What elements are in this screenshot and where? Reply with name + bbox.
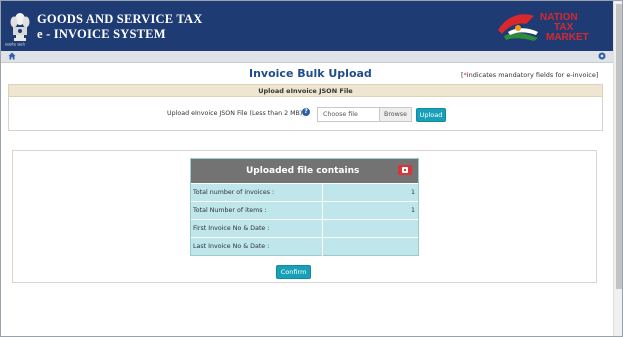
nav-bar	[1, 51, 613, 63]
confirm-button[interactable]: Confirm	[276, 265, 311, 279]
table-row: Total Number of items : 1	[191, 201, 418, 220]
emblem-motto: सत्यमेव जयते	[5, 42, 25, 47]
file-input-placeholder: Choose file	[323, 111, 358, 118]
site-title-line1: GOODS AND SERVICE TAX	[37, 12, 203, 26]
row-value: 1	[410, 207, 415, 214]
site-header: सत्यमेव जयते GOODS AND SERVICE TAX e - I…	[1, 1, 613, 51]
row-label: Total Number of items :	[193, 207, 267, 214]
row-label: First Invoice No & Date :	[193, 225, 270, 232]
file-input[interactable]: Choose file	[317, 107, 380, 122]
nation-tax-market-logo: NATION TAX MARKET	[498, 12, 589, 43]
vertical-scrollbar[interactable]	[613, 1, 622, 336]
upload-field-label: Upload eInvoice JSON File (Less than 2 M…	[167, 110, 305, 117]
site-title-line2: e - INVOICE SYSTEM	[37, 27, 166, 41]
table-row: Total number of invoices : 1	[191, 183, 418, 202]
settings-icon[interactable]	[598, 52, 606, 60]
uploaded-summary-table: Uploaded file contains Total number of i…	[190, 158, 419, 256]
mandatory-note: [*indicates mandatory fields for e-invoi…	[461, 71, 598, 79]
mandatory-text: indicates mandatory fields for e-invoice…	[466, 71, 599, 79]
upload-button[interactable]: Upload	[416, 108, 446, 122]
page-title: Invoice Bulk Upload	[249, 67, 372, 80]
summary-header: Uploaded file contains	[191, 159, 418, 183]
row-label: Total number of invoices :	[193, 189, 275, 196]
national-emblem-icon	[10, 13, 30, 41]
upload-section-header: Upload eInvoice JSON File	[8, 84, 603, 97]
app-window: सत्यमेव जयते GOODS AND SERVICE TAX e - I…	[0, 0, 623, 337]
summary-title: Uploaded file contains	[246, 166, 360, 176]
close-icon[interactable]	[398, 165, 412, 175]
logo-word-3: MARKET	[546, 32, 589, 43]
row-value: 1	[410, 189, 415, 196]
upload-section-title: Upload eInvoice JSON File	[258, 87, 353, 95]
scrollbar-thumb[interactable]	[616, 4, 622, 289]
help-icon[interactable]: ?	[302, 108, 310, 116]
browse-button[interactable]: Browse	[380, 107, 412, 122]
table-row: Last Invoice No & Date :	[191, 237, 418, 256]
row-label: Last Invoice No & Date :	[193, 243, 270, 250]
table-row: First Invoice No & Date :	[191, 219, 418, 238]
home-icon[interactable]	[8, 52, 16, 60]
